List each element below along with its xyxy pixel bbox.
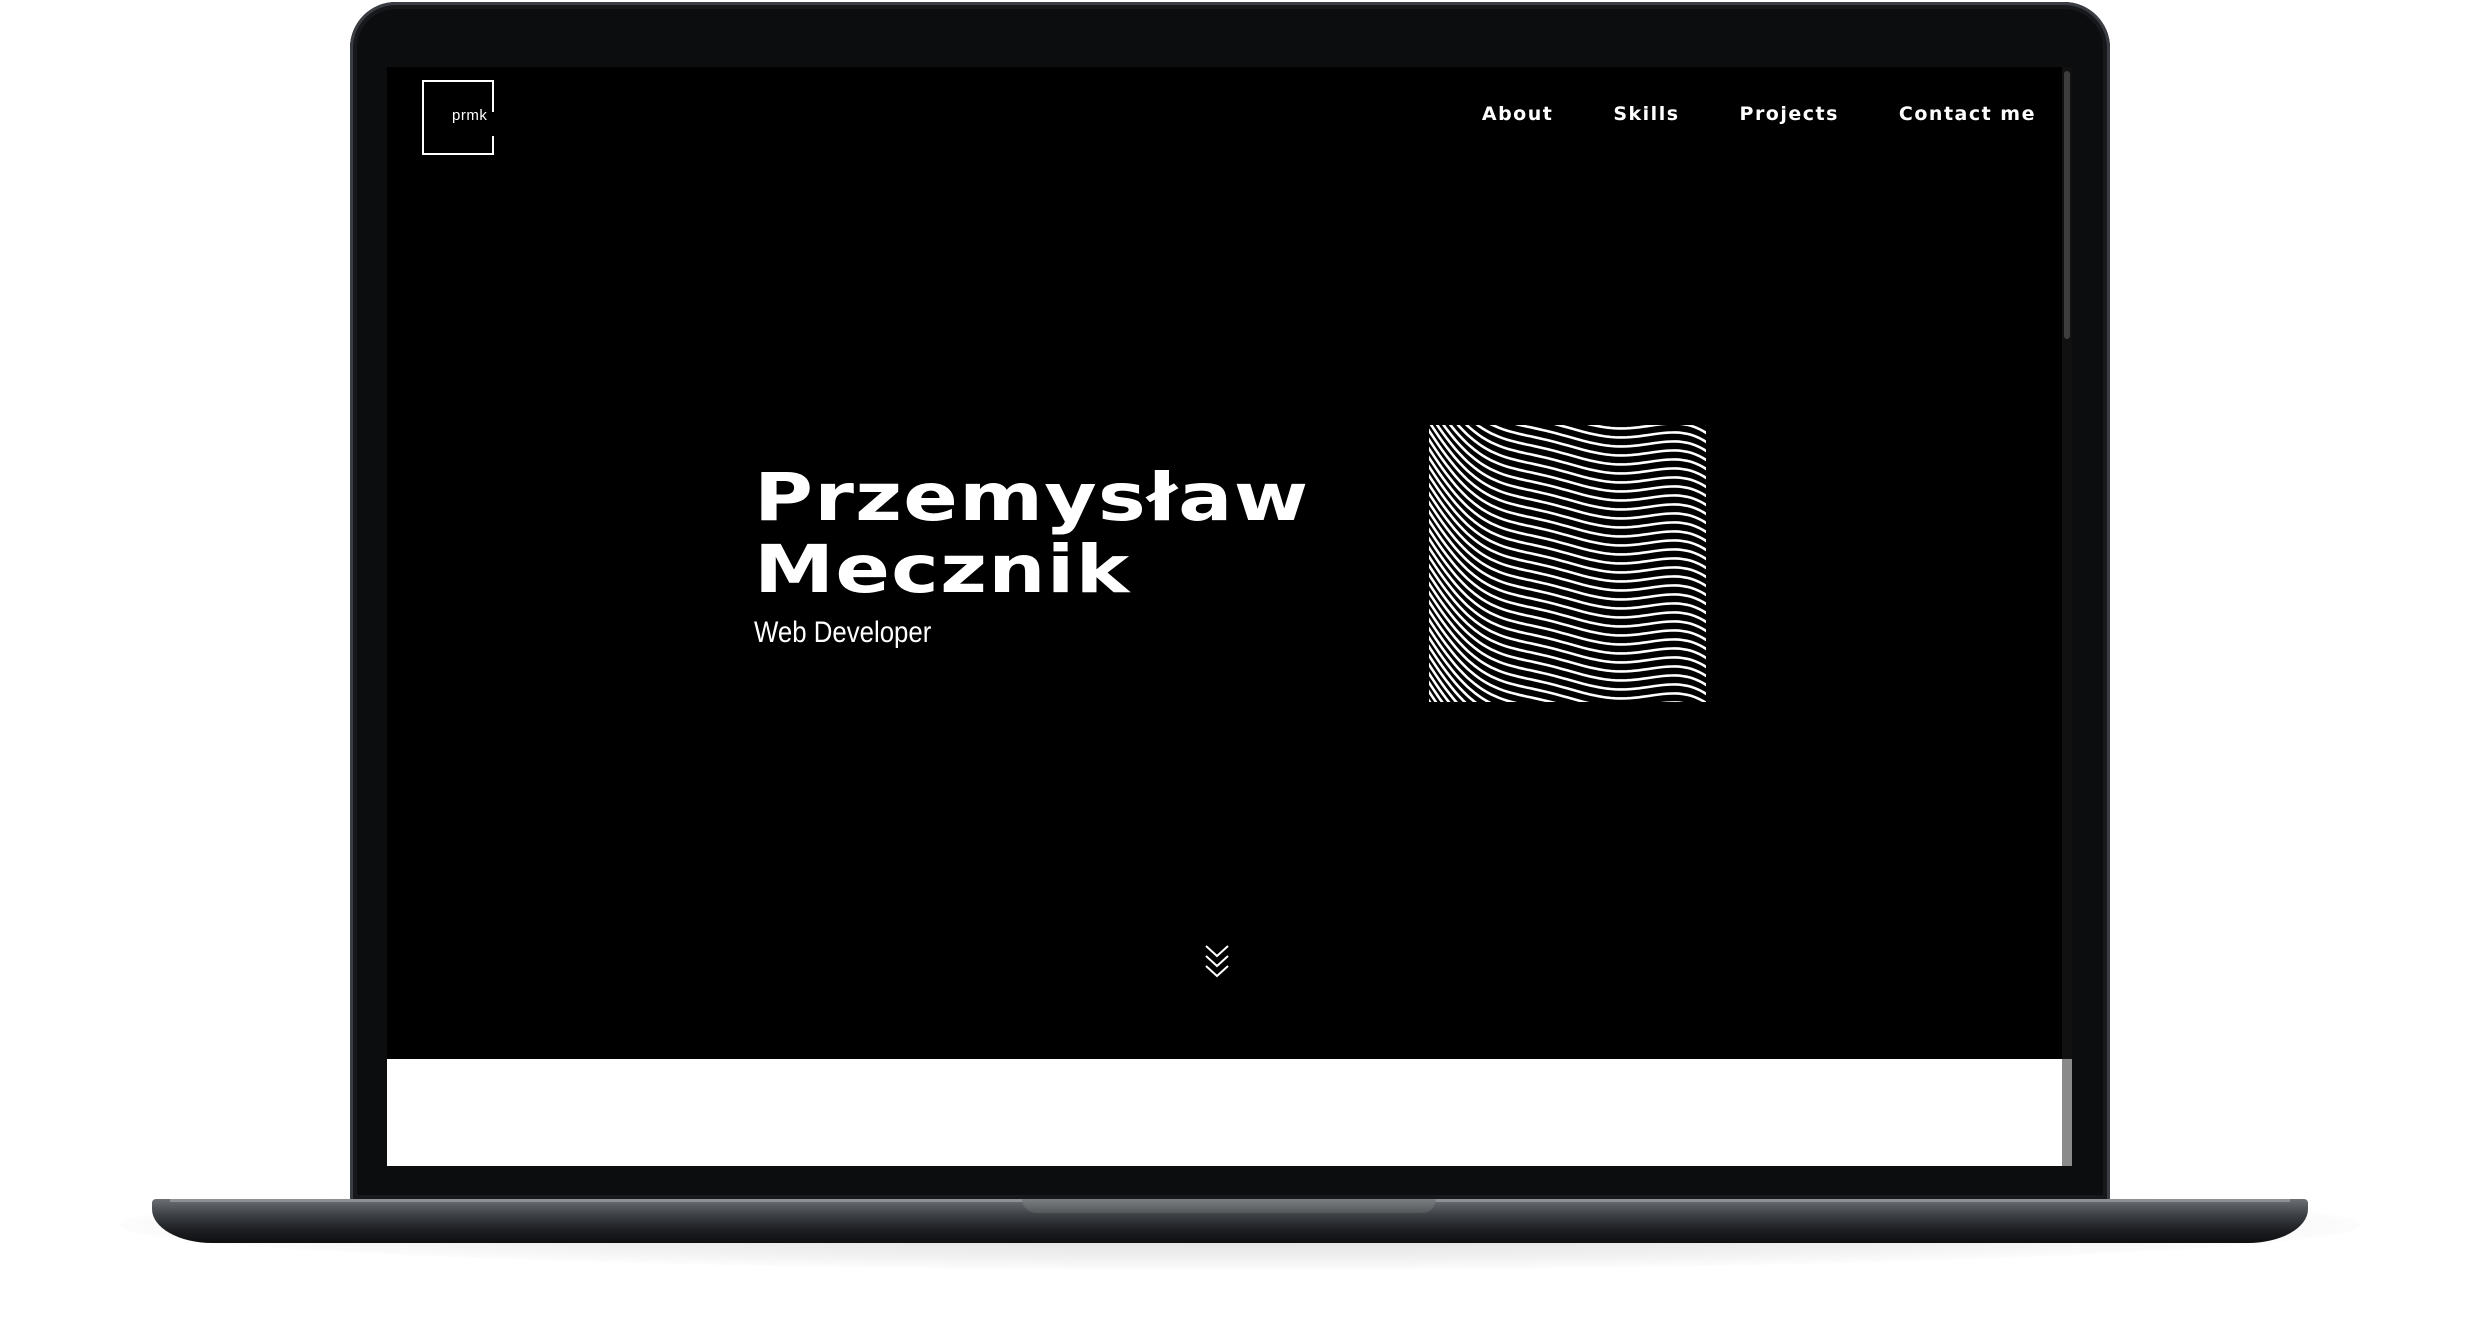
main-nav: About Skills Projects Contact me xyxy=(1482,103,2036,125)
site-logo[interactable]: prmk xyxy=(422,80,494,155)
nav-link-projects[interactable]: Projects xyxy=(1740,103,1839,125)
scrollbar-lower-track xyxy=(2062,1059,2072,1166)
wave-lines-art xyxy=(1429,425,1706,702)
hero-name-first: Przemysław xyxy=(754,459,1310,536)
hero-name-last: Mecznik xyxy=(754,531,1131,608)
hero-subtitle: Web Developer xyxy=(754,616,932,649)
hero-section: prmk About Skills Projects Contact me Pr… xyxy=(387,67,2072,1059)
laptop-hinge-notch xyxy=(1022,1199,1436,1213)
next-section xyxy=(387,1059,2072,1166)
double-chevron-down-icon[interactable] xyxy=(1202,942,1232,984)
scrollbar-thumb[interactable] xyxy=(2064,71,2070,339)
nav-link-about[interactable]: About xyxy=(1482,103,1553,125)
laptop-screen: prmk About Skills Projects Contact me Pr… xyxy=(387,67,2072,1166)
nav-link-contact[interactable]: Contact me xyxy=(1899,103,2036,125)
nav-link-skills[interactable]: Skills xyxy=(1613,103,1679,125)
logo-text: prmk xyxy=(452,107,488,124)
hero-heading-block: Przemysław Mecznik Web Developer xyxy=(754,462,1308,650)
